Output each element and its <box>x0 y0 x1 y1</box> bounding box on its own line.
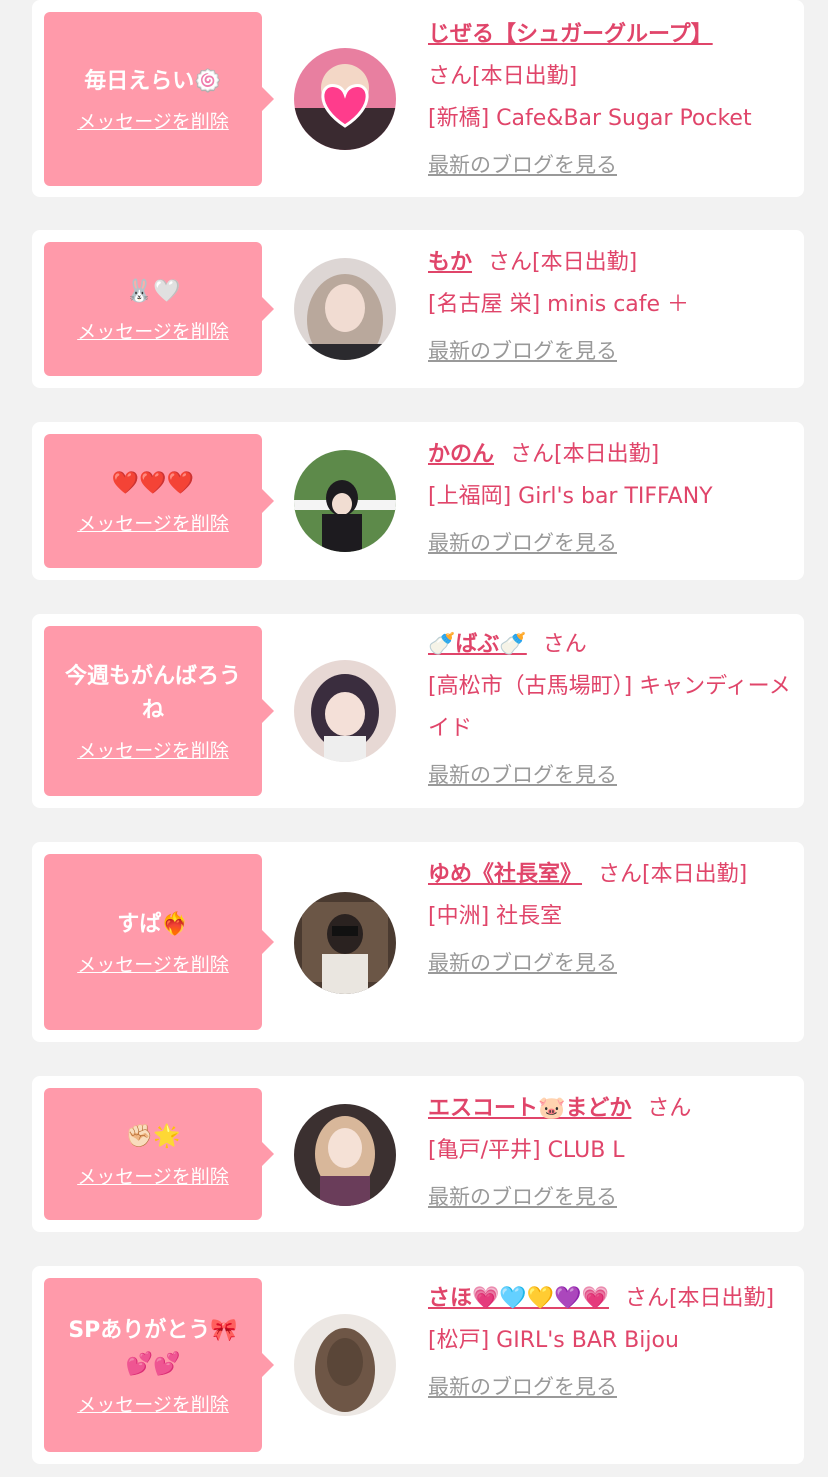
cast-status: さん[本日出勤] <box>488 250 638 275</box>
latest-blog-link[interactable]: 最新のブログを見る <box>428 1180 617 1214</box>
shop-name: [亀戸/平井] CLUB L <box>428 1138 625 1163</box>
cast-name-link[interactable]: 🍼ばぶ🍼 <box>428 632 527 657</box>
cast-name-link[interactable]: ゆめ《社長室》 <box>428 862 582 887</box>
message-bubble: 🐰🤍 メッセージを削除 <box>44 242 274 376</box>
message-card: 🐰🤍 メッセージを削除 もか さん[本日出勤] [名古屋 栄] minis caf… <box>32 230 804 388</box>
cast-status: さん[本日出勤] <box>428 64 578 89</box>
message-bubble: 毎日えらい🍥 メッセージを削除 <box>44 12 274 186</box>
shop-name: [名古屋 栄] minis cafe ＋ <box>428 292 690 317</box>
delete-message-link[interactable]: メッセージを削除 <box>77 950 229 977</box>
message-text: ✊🏻🌟 <box>125 1123 181 1149</box>
cast-info: じぜる【シュガーグループ】 さん[本日出勤] [新橋] Cafe&Bar Sug… <box>428 14 794 182</box>
cast-status: さん <box>647 1096 692 1121</box>
avatar[interactable] <box>294 1314 396 1416</box>
latest-blog-link[interactable]: 最新のブログを見る <box>428 334 617 368</box>
latest-blog-link[interactable]: 最新のブログを見る <box>428 1370 617 1404</box>
avatar[interactable] <box>294 258 396 360</box>
shop-name: [高松市（古馬場町）] キャンディーメイド <box>428 674 791 741</box>
message-bubble: すぱ❤️‍🔥 メッセージを削除 <box>44 854 274 1030</box>
avatar[interactable] <box>294 660 396 762</box>
message-bubble: ❤️❤️❤️ メッセージを削除 <box>44 434 274 568</box>
message-card: 今週もがんばろうね メッセージを削除 🍼ばぶ🍼 さん [高松市（古馬場町）] キャ… <box>32 614 804 808</box>
cast-name-link[interactable]: かのん <box>428 442 494 467</box>
cast-status: さん[本日出勤] <box>510 442 660 467</box>
message-bubble: SPありがとう🎀💕💕 メッセージを削除 <box>44 1278 274 1452</box>
girl-photo-avatar-icon <box>294 660 396 762</box>
cast-info: エスコート🐷まどか さん [亀戸/平井] CLUB L 最新のブログを見る <box>428 1088 794 1214</box>
cast-name-link[interactable]: エスコート🐷まどか <box>428 1096 631 1121</box>
delete-message-link[interactable]: メッセージを削除 <box>77 317 229 344</box>
avatar[interactable] <box>294 1104 396 1206</box>
message-bubble: ✊🏻🌟 メッセージを削除 <box>44 1088 274 1220</box>
message-text: すぱ❤️‍🔥 <box>117 911 189 937</box>
message-card: SPありがとう🎀💕💕 メッセージを削除 さほ💗🩵💛💜💗 さん[本日出勤] [松戸]… <box>32 1266 804 1464</box>
cast-name-link[interactable]: もか <box>428 250 472 275</box>
girl-photo-avatar-icon <box>294 1104 396 1206</box>
message-card: ❤️❤️❤️ メッセージを削除 かのん さん[本日出勤] [上福岡] Girl's… <box>32 422 804 580</box>
message-text: ❤️❤️❤️ <box>111 470 195 496</box>
avatar[interactable] <box>294 892 396 994</box>
delete-message-link[interactable]: メッセージを削除 <box>77 1162 229 1189</box>
cast-name-link[interactable]: じぜる【シュガーグループ】 <box>428 22 713 47</box>
cast-info: さほ💗🩵💛💜💗 さん[本日出勤] [松戸] GIRL's BAR Bijou 最新… <box>428 1278 794 1404</box>
avatar[interactable] <box>294 450 396 552</box>
shop-name: [松戸] GIRL's BAR Bijou <box>428 1328 679 1353</box>
delete-message-link[interactable]: メッセージを削除 <box>77 509 229 536</box>
shop-name: [新橋] Cafe&Bar Sugar Pocket <box>428 106 752 131</box>
shop-name: [上福岡] Girl's bar TIFFANY <box>428 484 713 509</box>
cast-status: さん[本日出勤] <box>624 1286 775 1311</box>
message-text: 毎日えらい🍥 <box>84 68 222 94</box>
message-card: ✊🏻🌟 メッセージを削除 エスコート🐷まどか さん [亀戸/平井] CLUB L … <box>32 1076 804 1232</box>
delete-message-link[interactable]: メッセージを削除 <box>77 736 229 763</box>
delete-message-link[interactable]: メッセージを削除 <box>77 1390 229 1417</box>
message-text: 🐰🤍 <box>125 278 181 304</box>
heart-sticker-avatar-icon <box>294 48 396 150</box>
latest-blog-link[interactable]: 最新のブログを見る <box>428 758 617 792</box>
shop-name: [中洲] 社長室 <box>428 904 563 929</box>
cast-info: もか さん[本日出勤] [名古屋 栄] minis cafe ＋ 最新のブログを見… <box>428 242 794 368</box>
girl-photo-avatar-icon <box>294 892 396 994</box>
latest-blog-link[interactable]: 最新のブログを見る <box>428 526 617 560</box>
message-text: SPありがとう🎀💕💕 <box>68 1317 238 1377</box>
delete-message-link[interactable]: メッセージを削除 <box>77 107 229 134</box>
cast-status: さん[本日出勤] <box>598 862 748 887</box>
cast-name-link[interactable]: さほ💗🩵💛💜💗 <box>428 1286 609 1311</box>
avatar[interactable] <box>294 48 396 150</box>
message-card: すぱ❤️‍🔥 メッセージを削除 ゆめ《社長室》 さん[本日出勤] [中洲] 社長室… <box>32 842 804 1042</box>
message-bubble: 今週もがんばろうね メッセージを削除 <box>44 626 274 796</box>
girl-photo-avatar-icon <box>294 450 396 552</box>
latest-blog-link[interactable]: 最新のブログを見る <box>428 148 617 182</box>
message-text: 今週もがんばろうね <box>64 663 241 723</box>
cast-info: ゆめ《社長室》 さん[本日出勤] [中洲] 社長室 最新のブログを見る <box>428 854 794 980</box>
cast-status: さん <box>542 632 587 657</box>
cast-info: かのん さん[本日出勤] [上福岡] Girl's bar TIFFANY 最新の… <box>428 434 794 560</box>
cast-info: 🍼ばぶ🍼 さん [高松市（古馬場町）] キャンディーメイド 最新のブログを見る <box>428 624 794 792</box>
girl-photo-avatar-icon <box>294 258 396 360</box>
girl-photo-avatar-icon <box>294 1314 396 1416</box>
latest-blog-link[interactable]: 最新のブログを見る <box>428 946 617 980</box>
message-card: 毎日えらい🍥 メッセージを削除 じぜる【シュガーグループ】 さん[本日出勤] [… <box>32 0 804 197</box>
